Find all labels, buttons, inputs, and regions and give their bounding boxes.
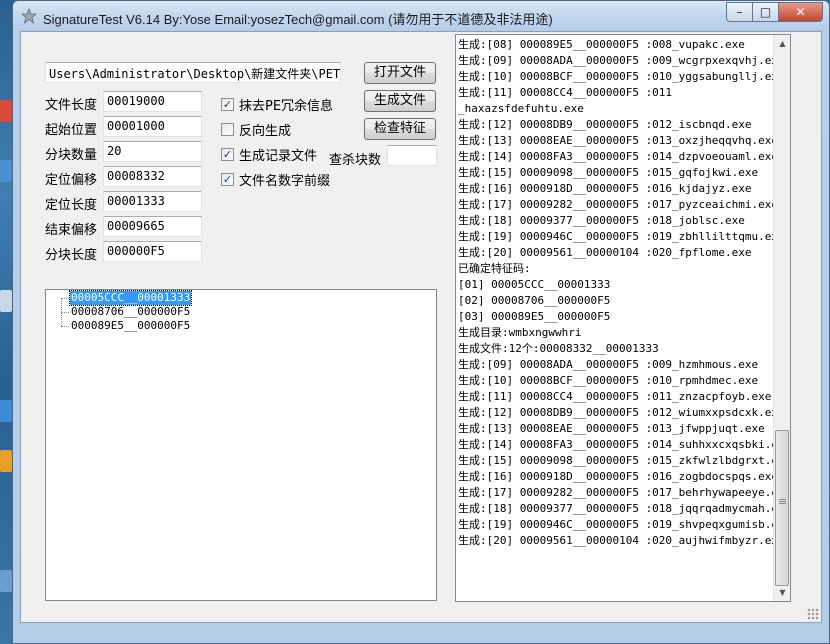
log-line: 生成:[12] 00008DB9__000000F5 :012_iscbnqd.… — [458, 118, 752, 131]
log-line: [02] 00008706__000000F5 — [458, 294, 611, 307]
maximize-icon: □ — [759, 5, 772, 19]
window-title: SignatureTest V6.14 By:Yose Email:yosezT… — [43, 12, 553, 27]
log-line: [03] 000089E5__000000F5 — [458, 310, 611, 323]
start-position-label: 起始位置 — [45, 123, 98, 138]
title-bar[interactable]: SignatureTest V6.14 By:Yose Email:yosezT… — [13, 1, 829, 31]
checkmark-icon: ✓ — [221, 173, 234, 186]
client-area: Users\Administrator\Desktop\新建文件夹\PETool… — [20, 31, 822, 623]
close-icon: ✕ — [795, 5, 806, 19]
log-line: 生成:[17] 00009282__000000F5 :017_behrhywa… — [458, 486, 791, 499]
locate-length-field[interactable]: 00001333 — [103, 191, 202, 212]
file-path-input[interactable]: Users\Administrator\Desktop\新建文件夹\PETool… — [45, 62, 341, 83]
reverse-generate-checkbox[interactable]: 反向生成 — [221, 120, 291, 139]
kill-count-label: 查杀块数 — [329, 153, 382, 168]
open-file-button[interactable]: 打开文件 — [364, 62, 436, 84]
log-line: 生成:[15] 00009098__000000F5 :015_gqfojkwi… — [458, 166, 759, 179]
tree-item[interactable]: 00005CCC__00001333 — [68, 290, 193, 306]
end-offset-field[interactable]: 00009665 — [103, 216, 202, 237]
log-line: 生成:[08] 000089E5__000000F5 :008_vupakc.e… — [458, 38, 745, 51]
generate-file-button[interactable]: 生成文件 — [364, 90, 436, 112]
tree-item[interactable]: 000089E5__000000F5 — [70, 319, 191, 333]
kill-count-field[interactable] — [387, 145, 437, 166]
check-signature-button[interactable]: 检查特征 — [364, 118, 436, 140]
log-line: 生成:[13] 00008EAE__000000F5 :013_jfwppjuq… — [458, 422, 765, 435]
block-count-label: 分块数量 — [45, 148, 98, 163]
log-lines: 生成:[08] 000089E5__000000F5 :008_vupakc.e… — [458, 37, 791, 549]
log-scrollbar[interactable]: ▲ ▼ — [773, 35, 790, 601]
file-length-label: 文件长度 — [45, 98, 98, 113]
desktop-shortcut-icon[interactable] — [0, 160, 12, 182]
desktop-shortcut-icon[interactable] — [0, 100, 12, 122]
log-line: 生成:[09] 00008ADA__000000F5 :009_wcgrpxex… — [458, 54, 785, 67]
checkmark-icon: ✓ — [221, 148, 234, 161]
block-length-label: 分块长度 — [45, 248, 98, 263]
checkmark-icon: ✓ — [221, 98, 234, 111]
log-line: 生成文件:12个:00008332__00001333 — [458, 342, 659, 355]
log-output[interactable]: 生成:[08] 000089E5__000000F5 :008_vupakc.e… — [455, 34, 791, 602]
scroll-thumb[interactable] — [775, 430, 789, 586]
log-line: 生成:[17] 00009282__000000F5 :017_pyzceaic… — [458, 198, 779, 211]
log-line: 生成目录:wmbxngwwhri — [458, 326, 582, 339]
log-line: 生成:[14] 00008FA3__000000F5 :014_dzpvoeou… — [458, 150, 779, 163]
block-count-field[interactable]: 20 — [103, 141, 202, 162]
tree-connector — [61, 298, 69, 299]
log-line: 已确定特征码: — [458, 262, 531, 275]
log-line: 生成:[10] 00008BCF__000000F5 :010_yggsabun… — [458, 70, 785, 83]
desktop-shortcut-icon[interactable] — [0, 570, 12, 592]
maximize-button[interactable]: □ — [753, 2, 779, 22]
filename-number-prefix-checkbox[interactable]: ✓ 文件名数字前缀 — [221, 170, 330, 189]
log-line: 生成:[18] 00009377__000000F5 :018_joblsc.e… — [458, 214, 745, 227]
block-length-field[interactable]: 000000F5 — [103, 241, 202, 262]
log-line: 生成:[12] 00008DB9__000000F5 :012_wiumxxps… — [458, 406, 785, 419]
log-line: 生成:[16] 0000918D__000000F5 :016_kjdajyz.… — [458, 182, 752, 195]
checkbox-label: 文件名数字前缀 — [239, 174, 331, 189]
desktop-shortcut-icon[interactable] — [0, 400, 12, 422]
end-offset-label: 结束偏移 — [45, 223, 98, 238]
tree-connector — [61, 326, 69, 327]
checkbox-label: 抹去PE冗余信息 — [239, 99, 334, 114]
log-line: _haxazsfdefuhtu.exe — [458, 102, 584, 115]
locate-offset-label: 定位偏移 — [45, 173, 98, 188]
log-line: 生成:[14] 00008FA3__000000F5 :014_suhhxxcx… — [458, 438, 791, 451]
tree-connector — [61, 312, 69, 313]
tree-item[interactable]: 00008706__000000F5 — [70, 305, 191, 319]
start-position-field[interactable]: 00001000 — [103, 116, 202, 137]
log-line: 生成:[18] 00009377__000000F5 :018_jqqrqadm… — [458, 502, 791, 515]
log-line: 生成:[20] 00009561__00000104 :020_aujhwifm… — [458, 534, 785, 547]
locate-offset-field[interactable]: 00008332 — [103, 166, 202, 187]
desktop-shortcut-icon[interactable] — [0, 450, 12, 472]
log-line: 生成:[19] 0000946C__000000F5 :019_zbhllilt… — [458, 230, 785, 243]
log-line: 生成:[11] 00008CC4__000000F5 :011 — [458, 86, 673, 99]
locate-length-label: 定位长度 — [45, 198, 98, 213]
desktop-shortcut-icon[interactable] — [0, 290, 12, 312]
app-window: SignatureTest V6.14 By:Yose Email:yosezT… — [12, 0, 830, 644]
scroll-up-icon[interactable]: ▲ — [774, 35, 790, 52]
scroll-down-icon[interactable]: ▼ — [774, 584, 790, 601]
status-bar — [21, 602, 821, 622]
generate-log-checkbox[interactable]: ✓ 生成记录文件 — [221, 145, 317, 164]
log-line: 生成:[16] 0000918D__000000F5 :016_zogbdocs… — [458, 470, 779, 483]
minimize-button[interactable]: – — [726, 2, 753, 22]
file-length-field[interactable]: 00019000 — [103, 91, 202, 112]
grip-icon — [779, 499, 786, 500]
log-line: 生成:[19] 0000946C__000000F5 :019_shvpeqxg… — [458, 518, 791, 531]
minimize-icon: – — [736, 5, 743, 19]
resize-grip-icon[interactable] — [807, 608, 819, 620]
strip-pe-redundancy-checkbox[interactable]: ✓ 抹去PE冗余信息 — [221, 95, 333, 114]
log-line: 生成:[15] 00009098__000000F5 :015_zkfwlzlb… — [458, 454, 791, 467]
checkbox-label: 生成记录文件 — [239, 149, 318, 164]
log-line: 生成:[09] 00008ADA__000000F5 :009_hzmhmous… — [458, 358, 759, 371]
close-button[interactable]: ✕ — [779, 2, 823, 22]
app-icon — [21, 8, 37, 24]
log-line: [01] 00005CCC__00001333 — [458, 278, 611, 291]
log-line: 生成:[11] 00008CC4__000000F5 :011_znzacpfo… — [458, 390, 772, 403]
checkbox-empty-icon — [221, 123, 234, 136]
log-line: 生成:[20] 00009561__00000104 :020_fpflome.… — [458, 246, 752, 259]
log-line: 生成:[13] 00008EAE__000000F5 :013_oxzjheqq… — [458, 134, 779, 147]
signature-tree[interactable]: 00005CCC__00001333 00008706__000000F5 00… — [45, 289, 437, 601]
checkbox-label: 反向生成 — [239, 124, 292, 139]
log-line: 生成:[10] 00008BCF__000000F5 :010_rpmhdmec… — [458, 374, 759, 387]
